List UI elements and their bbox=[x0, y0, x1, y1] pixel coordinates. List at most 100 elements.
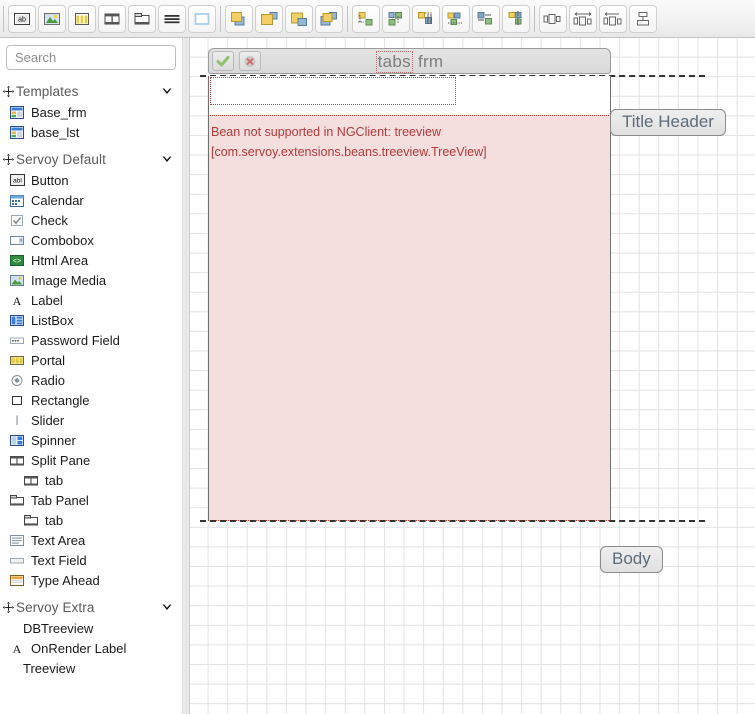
palette-item-split-pane-tab[interactable]: tab bbox=[0, 470, 182, 490]
palette-item-label: Label bbox=[31, 292, 63, 308]
bean-error-line1: Bean not supported in NGClient: treeview bbox=[211, 125, 441, 139]
bring-forward-button[interactable] bbox=[255, 4, 283, 33]
image-media-icon bbox=[9, 272, 25, 288]
palette-group-label: Templates bbox=[16, 83, 79, 99]
palette-item-type-ahead[interactable]: Type Ahead bbox=[0, 570, 182, 590]
palette-item-split-pane[interactable]: Split Pane bbox=[0, 450, 182, 470]
palette-item-combobox[interactable]: Combobox bbox=[0, 230, 182, 250]
portal-tool[interactable] bbox=[68, 4, 96, 33]
image-tool[interactable] bbox=[38, 4, 66, 33]
toolbar-group-selection bbox=[187, 0, 217, 37]
radio-icon bbox=[9, 372, 25, 388]
part-label-title-header[interactable]: Title Header bbox=[610, 109, 726, 136]
palette-item-listbox[interactable]: ListBox bbox=[0, 310, 182, 330]
palette-item-label[interactable]: A Label bbox=[0, 290, 182, 310]
main-toolbar: ab bbox=[0, 0, 755, 38]
align-top-button[interactable] bbox=[412, 4, 440, 33]
text-field-icon bbox=[9, 552, 25, 568]
palette-panel: Templates Base_frm base_lst Servoy Defau… bbox=[0, 38, 183, 714]
palette-item-treeview[interactable]: Treeview bbox=[0, 658, 182, 678]
palette-item-slider[interactable]: Slider bbox=[0, 410, 182, 430]
horizontal-spacing-button[interactable] bbox=[599, 4, 627, 33]
palette-item-base-lst[interactable]: base_lst bbox=[0, 122, 182, 142]
chevron-down-icon[interactable] bbox=[160, 152, 174, 166]
palette-group-label: Servoy Extra bbox=[16, 599, 95, 615]
form-editor-canvas[interactable]: tabs frm Bean not supported in NGClient:… bbox=[190, 38, 755, 714]
checkbox-icon bbox=[9, 212, 25, 228]
palette-item-calendar[interactable]: Calendar bbox=[0, 190, 182, 210]
send-backward-button[interactable] bbox=[285, 4, 313, 33]
toolbar-separator bbox=[534, 5, 535, 32]
toolbar-separator bbox=[220, 5, 221, 32]
palette-item-html-area[interactable]: <> Html Area bbox=[0, 250, 182, 270]
check-mark-icon[interactable] bbox=[212, 51, 234, 71]
form-tab-bar[interactable]: tabs frm bbox=[208, 48, 611, 74]
bring-to-front-button[interactable] bbox=[225, 4, 253, 33]
align-bottom-button[interactable] bbox=[442, 4, 470, 33]
panel-splitter[interactable] bbox=[183, 38, 190, 714]
chevron-down-icon[interactable] bbox=[160, 600, 174, 614]
drag-handle-icon bbox=[2, 601, 15, 614]
search-input[interactable] bbox=[6, 45, 176, 70]
bean-error-line2: [com.servoy.extensions.beans.treeview.Tr… bbox=[211, 145, 487, 159]
rectangle-tool[interactable] bbox=[188, 4, 216, 33]
palette-item-onrender-label[interactable]: A OnRender Label bbox=[0, 638, 182, 658]
toolbar-separator bbox=[347, 5, 348, 32]
distribute-vertical-button[interactable] bbox=[629, 4, 657, 33]
title-header-part[interactable] bbox=[208, 76, 611, 115]
palette-item-check[interactable]: Check bbox=[0, 210, 182, 230]
align-left-button[interactable] bbox=[352, 4, 380, 33]
palette-item-label: Portal bbox=[31, 352, 65, 368]
palette-item-tab-panel[interactable]: Tab Panel bbox=[0, 490, 182, 510]
distribute-horizontal-button[interactable] bbox=[569, 4, 597, 33]
palette-item-button[interactable]: abl Button bbox=[0, 170, 182, 190]
spinner-icon bbox=[9, 432, 25, 448]
form-tab-title-suffix: frm bbox=[417, 52, 444, 71]
listbox-icon bbox=[9, 312, 25, 328]
split-pane-icon bbox=[23, 472, 39, 488]
palette-item-label: Combobox bbox=[31, 232, 94, 248]
same-width-button[interactable] bbox=[539, 4, 567, 33]
palette-item-tab-panel-tab[interactable]: tab bbox=[0, 510, 182, 530]
send-to-back-button[interactable] bbox=[315, 4, 343, 33]
label-a-icon: A bbox=[9, 640, 25, 656]
toolbar-group-z-order bbox=[224, 0, 344, 37]
palette-item-label: Base_frm bbox=[31, 104, 87, 120]
align-center-button[interactable] bbox=[472, 4, 500, 33]
palette-item-label: tab bbox=[45, 512, 64, 528]
palette-item-spinner[interactable]: Spinner bbox=[0, 430, 182, 450]
split-pane-tool[interactable] bbox=[98, 4, 126, 33]
palette-group-templates[interactable]: Templates bbox=[0, 80, 182, 102]
toolbar-group-distribute bbox=[538, 0, 658, 37]
template-form-icon bbox=[9, 124, 25, 140]
tab-panel-tool[interactable] bbox=[128, 4, 156, 33]
title-field-element[interactable] bbox=[210, 77, 456, 105]
palette-item-image-media[interactable]: Image Media bbox=[0, 270, 182, 290]
palette-search-wrapper bbox=[0, 38, 182, 74]
body-separator bbox=[200, 520, 705, 522]
align-right-button[interactable] bbox=[382, 4, 410, 33]
close-x-icon[interactable] bbox=[239, 51, 261, 71]
palette-item-portal[interactable]: Portal bbox=[0, 350, 182, 370]
palette-item-text-area[interactable]: Text Area bbox=[0, 530, 182, 550]
chevron-down-icon[interactable] bbox=[160, 84, 174, 98]
palette-item-radio[interactable]: Radio bbox=[0, 370, 182, 390]
bean-placeholder[interactable]: Bean not supported in NGClient: treeview… bbox=[208, 115, 611, 521]
palette-item-text-field[interactable]: Text Field bbox=[0, 550, 182, 570]
palette-group-servoy-default[interactable]: Servoy Default bbox=[0, 148, 182, 170]
palette-item-base-frm[interactable]: Base_frm bbox=[0, 102, 182, 122]
palette-item-label: tab bbox=[45, 472, 64, 488]
button-tool[interactable]: ab bbox=[8, 4, 36, 33]
palette-item-label: OnRender Label bbox=[31, 640, 127, 656]
svg-text:A: A bbox=[13, 294, 22, 307]
bean-error-text: Bean not supported in NGClient: treeview… bbox=[209, 116, 610, 162]
palette-item-label: DBTreeview bbox=[23, 620, 94, 636]
text-area-tool[interactable] bbox=[158, 4, 186, 33]
palette-group-servoy-extra[interactable]: Servoy Extra bbox=[0, 596, 182, 618]
palette-item-dbtreeview[interactable]: DBTreeview bbox=[0, 618, 182, 638]
palette-item-rectangle[interactable]: Rectangle bbox=[0, 390, 182, 410]
align-middle-button[interactable] bbox=[502, 4, 530, 33]
palette-item-label: Check bbox=[31, 212, 68, 228]
part-label-body[interactable]: Body bbox=[600, 546, 663, 573]
palette-item-password-field[interactable]: Password Field bbox=[0, 330, 182, 350]
